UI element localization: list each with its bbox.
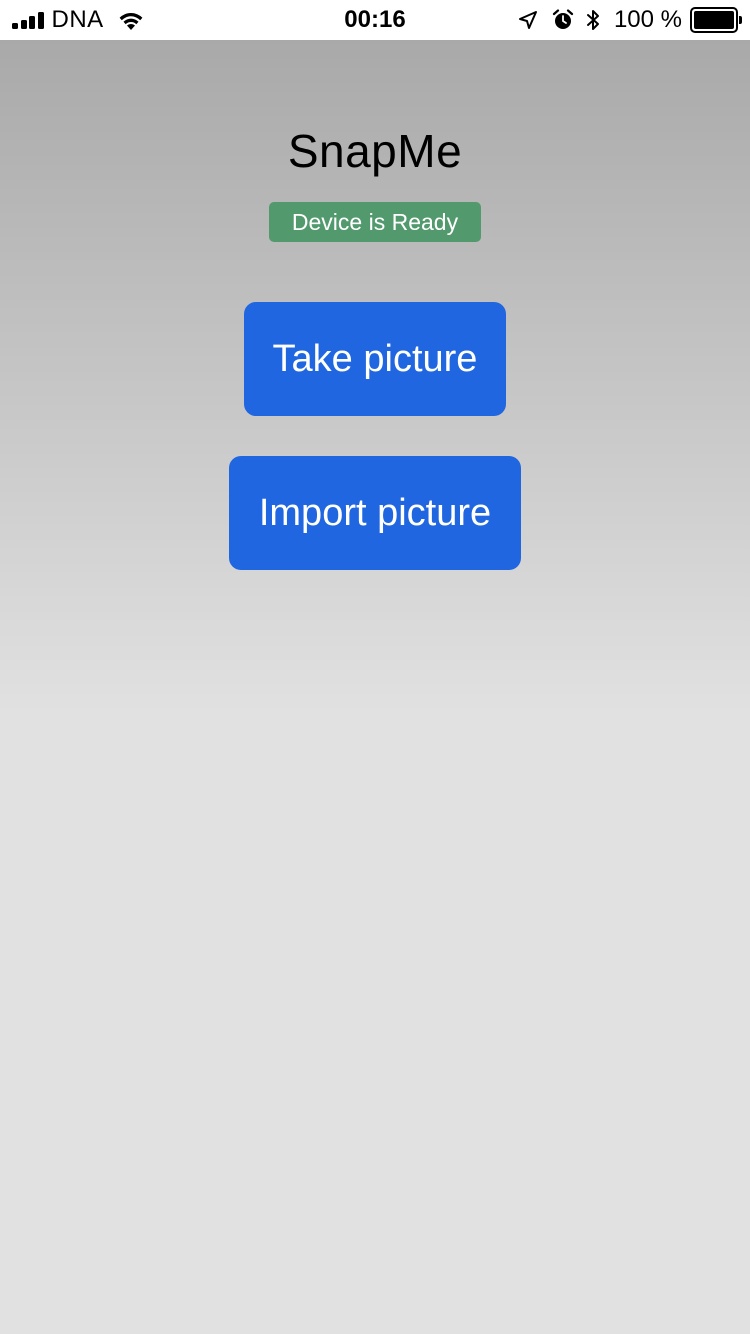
battery-icon xyxy=(690,7,742,33)
alarm-icon xyxy=(552,9,574,29)
import-picture-button[interactable]: Import picture xyxy=(229,456,521,570)
status-badge: Device is Ready xyxy=(269,202,481,242)
take-picture-button[interactable]: Take picture xyxy=(244,302,506,416)
status-bar: DNA 00:16 100 % xyxy=(0,0,750,40)
status-bar-right: 100 % xyxy=(518,0,742,40)
bluetooth-icon xyxy=(586,10,599,30)
location-arrow-icon xyxy=(518,11,537,29)
app-title: SnapMe xyxy=(287,125,463,177)
app-screen: SnapMe Device is Ready Take picture Impo… xyxy=(0,40,750,1334)
battery-percentage: 100 % xyxy=(613,6,682,33)
